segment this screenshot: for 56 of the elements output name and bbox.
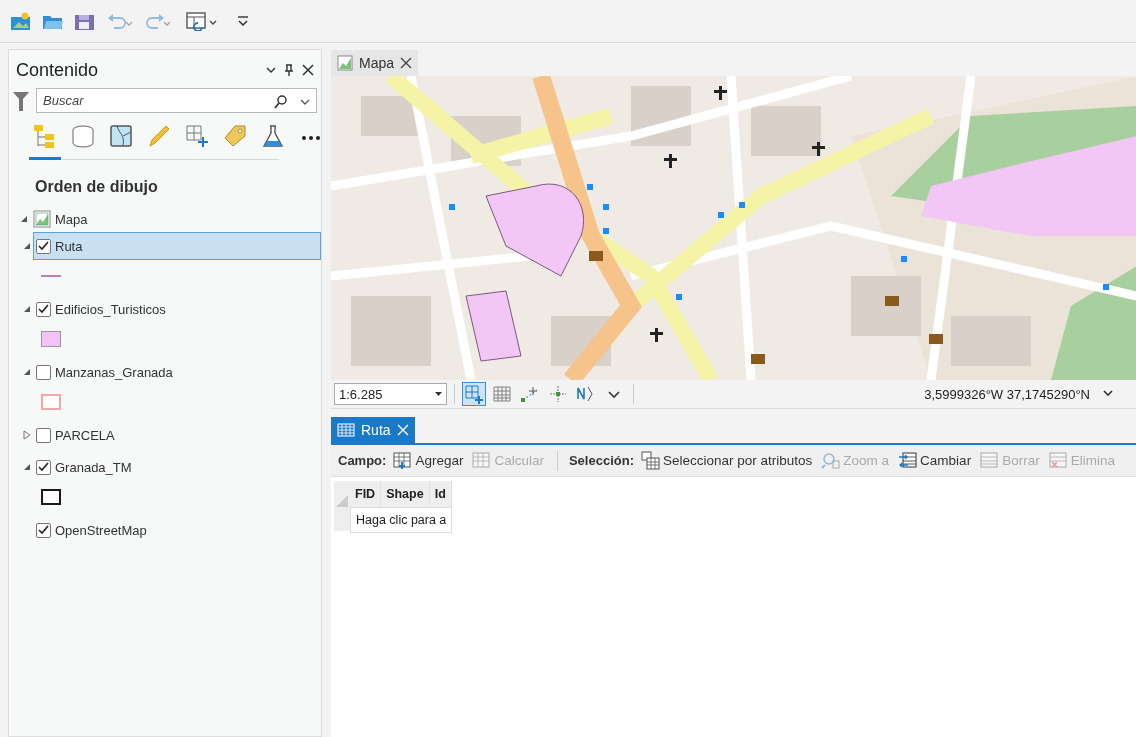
select-table-icon bbox=[641, 451, 660, 470]
column-header[interactable]: FID bbox=[350, 481, 382, 507]
tree-item[interactable]: Mapa bbox=[55, 211, 88, 227]
layer-name[interactable]: OpenStreetMap bbox=[55, 522, 147, 538]
toolbar-label: Campo: bbox=[338, 453, 387, 468]
layer-checkbox[interactable] bbox=[36, 427, 51, 443]
caret-icon[interactable] bbox=[435, 392, 442, 396]
map-icon bbox=[33, 210, 51, 228]
expanded-triangle-icon[interactable] bbox=[20, 215, 28, 223]
layer-name[interactable]: PARCELA bbox=[55, 427, 115, 443]
expanded-triangle-icon[interactable] bbox=[23, 463, 31, 471]
rows-icon bbox=[980, 451, 1000, 470]
layer-checkbox[interactable] bbox=[36, 522, 51, 538]
layer-checkbox[interactable] bbox=[36, 459, 51, 475]
pane-title: Contenido bbox=[16, 59, 100, 81]
search-field[interactable]: Buscar bbox=[36, 88, 317, 113]
toolbar-button[interactable]: Agregar bbox=[391, 451, 466, 470]
pencil-icon[interactable] bbox=[147, 124, 171, 148]
map-tab[interactable]: Mapa bbox=[331, 50, 419, 76]
column-header[interactable]: Shape bbox=[381, 481, 430, 507]
layer-checkbox[interactable] bbox=[36, 364, 51, 380]
expanded-triangle-icon[interactable] bbox=[23, 242, 31, 250]
search-icon[interactable] bbox=[273, 94, 289, 110]
close-icon[interactable] bbox=[301, 63, 315, 77]
toolbar-button[interactable]: Cambiar bbox=[896, 451, 974, 470]
expanded-triangle-icon[interactable] bbox=[23, 368, 31, 376]
scale-dropdown[interactable]: 1:6.285 bbox=[334, 383, 447, 405]
filter-icon[interactable] bbox=[12, 89, 30, 112]
pin-icon[interactable] bbox=[283, 63, 295, 77]
table-x-icon bbox=[1048, 451, 1068, 470]
grid-plus-icon[interactable] bbox=[185, 124, 209, 148]
layer-name[interactable]: Granada_TM bbox=[55, 459, 132, 475]
toolbar-button[interactable]: Seleccionar por atributos bbox=[639, 451, 815, 470]
cylinder-icon[interactable] bbox=[71, 124, 95, 148]
table-tab[interactable]: Ruta bbox=[331, 417, 415, 443]
close-icon[interactable] bbox=[400, 57, 413, 69]
layer-name[interactable]: Edificios_Turisticos bbox=[55, 301, 166, 317]
layer-name[interactable]: Manzanas_Granada bbox=[55, 364, 173, 380]
column-header[interactable]: Id bbox=[429, 481, 452, 507]
table-icon bbox=[472, 451, 492, 470]
flask-icon[interactable] bbox=[261, 124, 285, 148]
table-plus-icon bbox=[393, 451, 413, 470]
tag-icon[interactable] bbox=[223, 124, 247, 148]
toolbar-label: Selección: bbox=[568, 453, 634, 468]
map-sheet-icon[interactable] bbox=[109, 124, 133, 148]
collapsed-triangle-icon[interactable] bbox=[23, 430, 31, 440]
map-icon bbox=[337, 55, 353, 71]
switch-rows-icon bbox=[898, 451, 918, 470]
expanded-triangle-icon[interactable] bbox=[23, 305, 31, 313]
magnifier-icon bbox=[821, 451, 841, 470]
layer-checkbox[interactable] bbox=[36, 301, 51, 317]
layer-checkbox[interactable] bbox=[36, 238, 51, 254]
coordinates-readout: 3,5999326°W 37,1745290°N bbox=[924, 386, 1090, 402]
section-heading: Orden de dibujo bbox=[35, 178, 159, 196]
new-row-hint[interactable]: Haga clic para a bbox=[350, 507, 453, 533]
table-icon bbox=[337, 423, 355, 437]
